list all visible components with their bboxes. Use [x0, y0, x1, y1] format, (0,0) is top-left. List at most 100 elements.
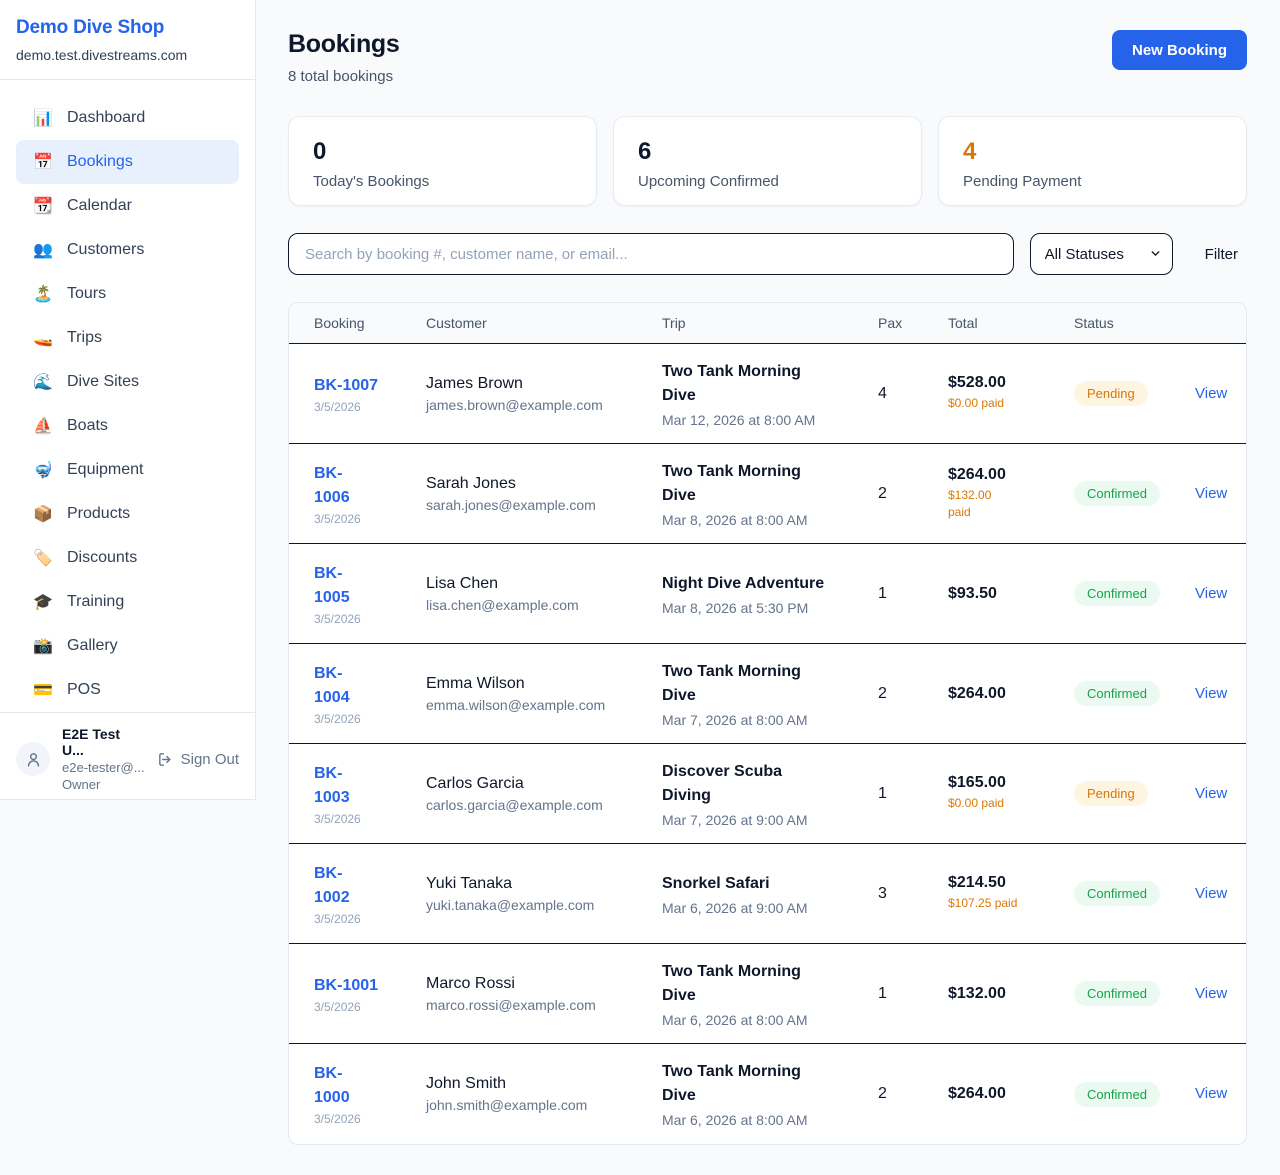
customer-email: james.brown@example.com [426, 397, 662, 413]
status-badge: Confirmed [1074, 981, 1160, 1006]
sidebar-item-discounts[interactable]: 🏷️ Discounts [16, 536, 239, 580]
view-link[interactable]: View [1195, 985, 1227, 1002]
table-row: BK- 1005 3/5/2026 Lisa Chen lisa.chen@ex… [289, 544, 1246, 644]
trip-cell: Discover Scuba Diving Mar 7, 2026 at 9:0… [662, 760, 878, 828]
trip-datetime: Mar 6, 2026 at 9:00 AM [662, 900, 878, 916]
trip-datetime: Mar 12, 2026 at 8:00 AM [662, 412, 878, 428]
avatar [16, 742, 50, 776]
total-amount: $165.00 [948, 774, 1074, 792]
tear-off-calendar-icon: 📆 [33, 196, 53, 216]
booking-date: 3/5/2026 [314, 1000, 426, 1014]
trip-name: Two Tank Morning Dive [662, 360, 878, 408]
new-booking-button[interactable]: New Booking [1112, 30, 1247, 70]
booking-cell: BK- 1005 3/5/2026 [314, 562, 426, 626]
paid-amount: $132.00 paid [948, 487, 1074, 522]
total-cell: $214.50 $107.25 paid [948, 874, 1074, 912]
status-badge: Confirmed [1074, 1082, 1160, 1107]
booking-id-link[interactable]: BK- 1006 [314, 462, 426, 510]
brand-block: Demo Dive Shop demo.test.divestreams.com [0, 0, 255, 80]
pax-cell: 2 [878, 485, 948, 503]
sidebar-item-products[interactable]: 📦 Products [16, 492, 239, 536]
sidebar-item-gallery[interactable]: 📸 Gallery [16, 624, 239, 668]
customer-name: Sarah Jones [426, 475, 662, 493]
customer-name: John Smith [426, 1075, 662, 1093]
page-subtitle: 8 total bookings [288, 68, 400, 85]
booking-date: 3/5/2026 [314, 812, 426, 826]
sidebar-item-boats[interactable]: ⛵ Boats [16, 404, 239, 448]
booking-id-link[interactable]: BK-1001 [314, 974, 426, 998]
customer-name: Lisa Chen [426, 575, 662, 593]
status-cell: Pending [1074, 781, 1195, 806]
credit-card-icon: 💳 [33, 680, 53, 700]
main-content: Bookings 8 total bookings New Booking 0 … [256, 0, 1280, 1175]
sidebar-item-label: Trips [67, 329, 102, 347]
sidebar-item-customers[interactable]: 👥 Customers [16, 228, 239, 272]
filter-button[interactable]: Filter [1196, 246, 1247, 263]
sign-out-button[interactable]: Sign Out [157, 751, 239, 768]
status-badge: Confirmed [1074, 681, 1160, 706]
table-row: BK- 1003 3/5/2026 Carlos Garcia carlos.g… [289, 744, 1246, 844]
booking-cell: BK- 1002 3/5/2026 [314, 862, 426, 926]
actions-cell: View [1195, 585, 1227, 603]
status-badge: Confirmed [1074, 581, 1160, 606]
sidebar-item-dashboard[interactable]: 📊 Dashboard [16, 96, 239, 140]
booking-id-link[interactable]: BK- 1002 [314, 862, 426, 910]
view-link[interactable]: View [1195, 785, 1227, 802]
booking-date: 3/5/2026 [314, 912, 426, 926]
sailboat-icon: ⛵ [33, 416, 53, 436]
customer-email: carlos.garcia@example.com [426, 797, 662, 813]
sidebar-item-equipment[interactable]: 🤿 Equipment [16, 448, 239, 492]
sidebar-item-dive-sites[interactable]: 🌊 Dive Sites [16, 360, 239, 404]
customer-email: marco.rossi@example.com [426, 997, 662, 1013]
sidebar-item-trips[interactable]: 🚤 Trips [16, 316, 239, 360]
pax-cell: 1 [878, 985, 948, 1003]
sidebar-item-training[interactable]: 🎓 Training [16, 580, 239, 624]
booking-id-link[interactable]: BK- 1004 [314, 662, 426, 710]
status-select[interactable]: All Statuses [1030, 233, 1173, 275]
sidebar-item-label: Dashboard [67, 109, 145, 127]
search-input[interactable] [288, 233, 1014, 275]
actions-cell: View [1195, 1085, 1227, 1103]
actions-cell: View [1195, 885, 1227, 903]
table-column-header: Customer [426, 315, 662, 331]
view-link[interactable]: View [1195, 585, 1227, 602]
booking-id-link[interactable]: BK- 1000 [314, 1062, 426, 1110]
booking-id-link[interactable]: BK-1007 [314, 374, 426, 398]
table-row: BK- 1006 3/5/2026 Sarah Jones sarah.jone… [289, 444, 1246, 544]
booking-id-link[interactable]: BK- 1003 [314, 762, 426, 810]
user-name: E2E Test U... [62, 726, 145, 758]
paid-amount: $0.00 paid [948, 795, 1074, 812]
page-header: Bookings 8 total bookings New Booking [288, 30, 1247, 85]
customer-name: Marco Rossi [426, 975, 662, 993]
view-link[interactable]: View [1195, 885, 1227, 902]
customer-cell: Sarah Jones sarah.jones@example.com [426, 475, 662, 513]
table-row: BK- 1002 3/5/2026 Yuki Tanaka yuki.tanak… [289, 844, 1246, 944]
status-cell: Confirmed [1074, 481, 1195, 506]
status-cell: Confirmed [1074, 1082, 1195, 1107]
view-link[interactable]: View [1195, 485, 1227, 502]
view-link[interactable]: View [1195, 685, 1227, 702]
sidebar-item-calendar[interactable]: 📆 Calendar [16, 184, 239, 228]
wave-icon: 🌊 [33, 372, 53, 392]
person-icon [25, 751, 42, 768]
sidebar-item-bookings[interactable]: 📅 Bookings [16, 140, 239, 184]
booking-id-link[interactable]: BK- 1005 [314, 562, 426, 610]
customer-cell: Lisa Chen lisa.chen@example.com [426, 575, 662, 613]
trip-datetime: Mar 8, 2026 at 8:00 AM [662, 512, 878, 528]
view-link[interactable]: View [1195, 1085, 1227, 1102]
filter-row: All Statuses Filter [288, 233, 1247, 275]
view-link[interactable]: View [1195, 385, 1227, 402]
bar-chart-icon: 📊 [33, 108, 53, 128]
people-icon: 👥 [33, 240, 53, 260]
status-badge: Pending [1074, 781, 1148, 806]
sidebar-item-label: Training [67, 593, 124, 611]
sidebar-item-tours[interactable]: 🏝️ Tours [16, 272, 239, 316]
status-cell: Confirmed [1074, 581, 1195, 606]
sidebar-item-pos[interactable]: 💳 POS [16, 668, 239, 712]
trip-cell: Night Dive Adventure Mar 8, 2026 at 5:30… [662, 572, 878, 616]
user-info: E2E Test U... e2e-tester@... Owner [62, 726, 145, 792]
stat-label: Upcoming Confirmed [638, 173, 897, 190]
actions-cell: View [1195, 985, 1227, 1003]
trip-cell: Two Tank Morning Dive Mar 6, 2026 at 8:0… [662, 960, 878, 1028]
actions-cell: View [1195, 785, 1227, 803]
